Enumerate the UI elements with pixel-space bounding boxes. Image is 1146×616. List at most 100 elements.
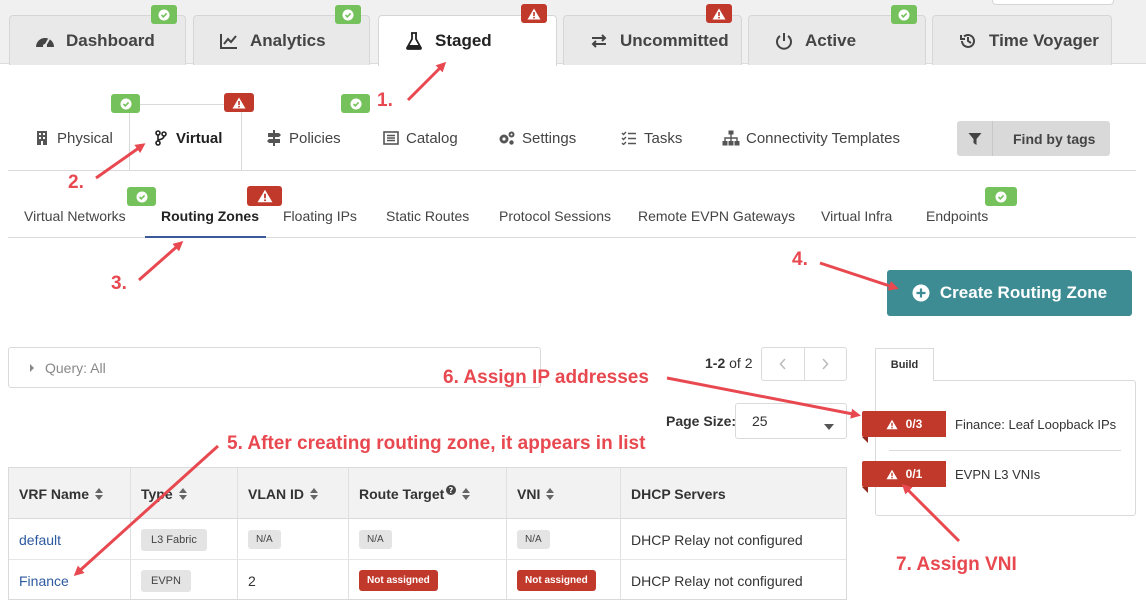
vni-chip: N/A (517, 530, 550, 549)
tab-connectivity-templates-label: Connectivity Templates (746, 129, 900, 147)
building-icon (33, 129, 51, 147)
dhcp-cell: DHCP Relay not configured (631, 531, 803, 548)
tab-routing-zones[interactable]: Routing Zones (161, 208, 259, 224)
tab-remote-evpn-gateways[interactable]: Remote EVPN Gateways (638, 208, 795, 224)
vrf-link-default[interactable]: default (19, 532, 61, 548)
tab-endpoints[interactable]: Endpoints (926, 208, 988, 224)
col-vni[interactable]: VNI (507, 468, 555, 519)
tab-time-voyager[interactable]: Time Voyager (932, 15, 1112, 65)
col-route-target[interactable]: Route Target? (349, 468, 471, 519)
tab-static-routes[interactable]: Static Routes (386, 208, 469, 224)
build-error-flag: 0/3 (862, 411, 946, 443)
tab-settings[interactable]: Settings (498, 124, 576, 152)
tab-tasks[interactable]: Tasks (620, 124, 682, 152)
virtual-status-warning-icon (224, 93, 254, 112)
pagination-total: 2 (744, 355, 753, 371)
branch-icon (152, 129, 170, 147)
tab-build[interactable]: Build (875, 348, 934, 381)
annotation-3: 3. (111, 273, 127, 294)
tab-physical-label: Physical (57, 129, 113, 147)
type-chip: EVPN (141, 569, 191, 592)
staged-status-warning-icon (521, 4, 547, 23)
top-right-control[interactable] (992, 0, 1114, 5)
flask-icon (403, 30, 425, 52)
page-size-value: 25 (752, 413, 768, 429)
pagination-of: of (729, 355, 741, 371)
build-count: 0/1 (905, 467, 923, 481)
routing-zones-active-underline (145, 236, 266, 238)
tab-connectivity-templates[interactable]: Connectivity Templates (722, 124, 900, 152)
build-item-leaf-loopback-ips[interactable]: 0/3 Finance: Leaf Loopback IPs (862, 411, 1117, 443)
active-status-ok-icon (891, 5, 917, 24)
build-count: 0/3 (905, 417, 923, 431)
policies-status-ok-icon (341, 94, 370, 113)
arrow-1 (406, 61, 447, 102)
tab-virtual-networks[interactable]: Virtual Networks (24, 208, 126, 224)
tab-policies[interactable]: Policies (265, 124, 341, 152)
tab-catalog[interactable]: Catalog (382, 124, 458, 152)
pagination-buttons (761, 347, 847, 381)
col-vlan-id-label: VLAN ID (248, 485, 304, 502)
build-divider (889, 450, 1121, 451)
find-by-tags-label: Find by tags (1013, 130, 1096, 147)
sort-icon (546, 487, 555, 500)
page-size-select[interactable]: 25 (735, 403, 847, 439)
tab-staged-label: Staged (435, 31, 492, 50)
pagination-summary: 1-2 of 2 (705, 355, 753, 371)
tab-protocol-sessions[interactable]: Protocol Sessions (499, 208, 611, 224)
tab-physical[interactable]: Physical (33, 124, 113, 152)
caret-down-icon (824, 417, 834, 433)
history-icon (957, 30, 979, 52)
create-routing-zone-label: Create Routing Zone (939, 283, 1108, 302)
col-vrf-name-label: VRF Name (19, 485, 90, 502)
help-icon[interactable]: ? (446, 484, 457, 495)
cogs-icon (498, 129, 516, 147)
route-target-chip: N/A (359, 530, 392, 549)
sort-icon (95, 487, 104, 500)
annotation-2: 2. (68, 172, 84, 193)
sitemap-icon (722, 129, 740, 147)
annotation-1: 1. (377, 90, 393, 111)
build-item-evpn-l3-vnis[interactable]: 0/1 EVPN L3 VNIs (862, 461, 1041, 493)
annotation-4: 4. (792, 249, 808, 270)
col-route-target-label: Route Target (359, 485, 445, 502)
col-vlan-id[interactable]: VLAN ID (238, 468, 318, 519)
filter-icon (957, 121, 993, 156)
query-label: Query: All (45, 359, 106, 376)
virtual-networks-status-ok-icon (127, 187, 156, 206)
chevron-left-icon (779, 358, 786, 370)
vni-status-badge: Not assigned (517, 570, 596, 591)
next-page-button[interactable] (805, 348, 847, 380)
dashboard-status-ok-icon (151, 5, 177, 24)
tab-settings-label: Settings (522, 129, 577, 147)
col-vrf-name[interactable]: VRF Name (9, 468, 104, 519)
swap-icon (588, 30, 610, 52)
second-tab-divider (8, 170, 1136, 171)
vrf-link-finance[interactable]: Finance (19, 573, 69, 589)
table-row: default L3 Fabric N/A N/A N/A DHCP Relay… (9, 519, 846, 560)
dhcp-cell: DHCP Relay not configured (631, 572, 803, 589)
create-routing-zone-button[interactable]: Create Routing Zone (887, 270, 1132, 316)
build-item-label: Finance: Leaf Loopback IPs (955, 416, 1117, 432)
col-dhcp-servers: DHCP Servers (621, 468, 726, 519)
route-target-cell: N/A (349, 519, 392, 560)
dashboard-icon (34, 30, 56, 52)
col-type[interactable]: Type (131, 468, 187, 519)
tab-floating-ips[interactable]: Floating IPs (283, 208, 357, 224)
tasks-icon (620, 129, 638, 147)
tab-analytics-label: Analytics (250, 30, 326, 50)
pagination-range: 1-2 (705, 355, 726, 371)
vrf-cell: default (9, 519, 61, 560)
build-error-flag: 0/1 (862, 461, 946, 493)
warning-icon (886, 469, 898, 480)
build-item-label: EVPN L3 VNIs (955, 466, 1041, 482)
chevron-right-icon (822, 358, 829, 370)
arrow-4 (819, 261, 899, 291)
arrow-3 (138, 241, 184, 282)
tab-uncommitted-label: Uncommitted (620, 30, 729, 50)
prev-page-button[interactable] (762, 348, 805, 380)
tab-virtual-label: Virtual (176, 129, 223, 147)
find-by-tags-button[interactable]: Find by tags (957, 121, 1110, 156)
tab-virtual-infra[interactable]: Virtual Infra (821, 208, 892, 224)
tab-virtual[interactable]: Virtual (152, 124, 222, 152)
